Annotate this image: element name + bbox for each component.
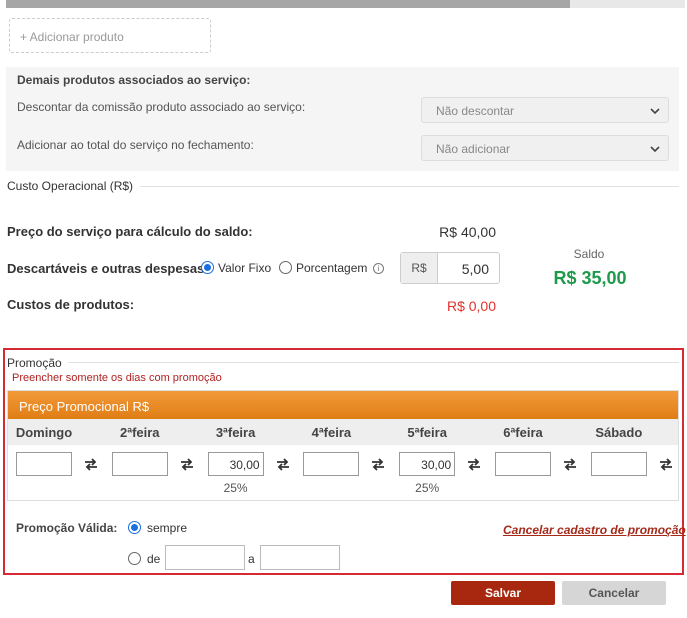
promo-price-header: Preço Promocional R$	[8, 391, 678, 419]
always-radio[interactable]	[128, 521, 141, 534]
promo-price-input[interactable]: 30,00	[207, 452, 264, 476]
discount-commission-value: Não descontar	[436, 104, 515, 118]
weekday-label: 3ªfeira	[215, 425, 256, 440]
fixed-value-radio[interactable]	[201, 261, 214, 274]
promo-price-input[interactable]	[303, 452, 360, 476]
swap-arrows-icon[interactable]	[180, 458, 194, 471]
discount-commission-select[interactable]: Não descontar	[421, 97, 669, 123]
swap-arrows-icon[interactable]	[467, 458, 481, 471]
promo-price-input[interactable]	[590, 452, 647, 476]
operational-cost-title: Custo Operacional (R$)	[7, 179, 134, 193]
weekday-header-row: Domingo 2ªfeira 3ªfeira 4ªfeira 5ªfeira 6ªfei…	[8, 419, 678, 445]
associated-products-panel: Demais produtos associados ao serviço: D…	[6, 67, 679, 171]
divider	[140, 186, 679, 187]
price-label: Preço do serviço para cálculo do saldo:	[7, 224, 253, 239]
swap-arrows-icon[interactable]	[563, 458, 577, 471]
discount-commission-label: Descontar da comissão produto associado …	[17, 100, 306, 114]
product-costs-label: Custos de produtos:	[7, 297, 135, 312]
promo-price-input[interactable]	[495, 452, 551, 476]
chevron-down-icon	[650, 108, 660, 115]
disposables-label: Descartáveis e outras despesas:	[7, 261, 209, 276]
info-icon[interactable]: i	[373, 263, 384, 274]
add-to-total-select[interactable]: Não adicionar	[421, 135, 669, 161]
date-to-label: a	[248, 552, 255, 566]
save-button[interactable]: Salvar	[451, 581, 555, 605]
cancel-button[interactable]: Cancelar	[562, 581, 666, 605]
currency-prefix: R$	[401, 253, 438, 283]
promo-price-grid: Preço Promocional R$ Domingo 2ªfeira 3ªfei…	[7, 390, 679, 501]
promotion-title: Promoção	[7, 356, 62, 370]
weekday-label: 2ªfeira	[120, 425, 160, 440]
promo-price-input[interactable]	[111, 452, 168, 476]
swap-arrows-icon[interactable]	[84, 458, 98, 471]
balance-label: Saldo	[573, 247, 605, 261]
promo-price-input[interactable]: 30,00	[399, 452, 456, 476]
weekday-label: Sábado	[595, 425, 643, 440]
chevron-down-icon	[650, 146, 660, 153]
weekday-label: 4ªfeira	[311, 425, 352, 440]
start-date-input[interactable]	[165, 545, 245, 570]
percentage-label: Porcentagem	[296, 261, 368, 275]
price-value: R$ 40,00	[439, 224, 496, 240]
discount-percentage: 25%	[223, 481, 248, 495]
date-range-label: de	[147, 552, 161, 566]
product-costs-value: R$ 0,00	[446, 298, 496, 314]
fixed-value-label: Valor Fixo	[218, 261, 272, 275]
cancel-promotion-link[interactable]: Cancelar cadastro de promoção	[503, 523, 686, 537]
swap-arrows-icon[interactable]	[276, 458, 290, 471]
weekday-label: Domingo	[15, 425, 73, 440]
percentage-radio[interactable]	[279, 261, 292, 274]
swap-arrows-icon[interactable]	[659, 458, 673, 471]
progress-fill	[6, 0, 570, 8]
weekday-label: 5ªfeira	[407, 425, 447, 440]
weekday-label: 6ªfeira	[503, 425, 543, 440]
disposables-input[interactable]: R$ 5,00	[400, 252, 500, 284]
disposables-value: 5,00	[461, 261, 489, 277]
promotion-valid-label: Promoção Válida:	[16, 521, 118, 535]
add-to-total-value: Não adicionar	[436, 142, 511, 156]
add-to-total-label: Adicionar ao total do serviço no fechame…	[17, 138, 254, 152]
promotion-hint: Preencher somente os dias com promoção	[12, 372, 222, 384]
promo-price-input[interactable]	[16, 452, 72, 476]
associated-products-title: Demais produtos associados ao serviço:	[17, 73, 251, 87]
swap-arrows-icon[interactable]	[371, 458, 385, 471]
divider	[68, 362, 679, 363]
progress-bar	[6, 0, 685, 8]
end-date-input[interactable]	[260, 545, 340, 570]
balance-value: R$ 35,00	[553, 268, 627, 288]
always-label: sempre	[147, 521, 188, 535]
add-product-button[interactable]: + Adicionar produto	[9, 18, 211, 53]
date-range-radio[interactable]	[128, 552, 141, 565]
discount-percentage: 25%	[415, 481, 440, 495]
